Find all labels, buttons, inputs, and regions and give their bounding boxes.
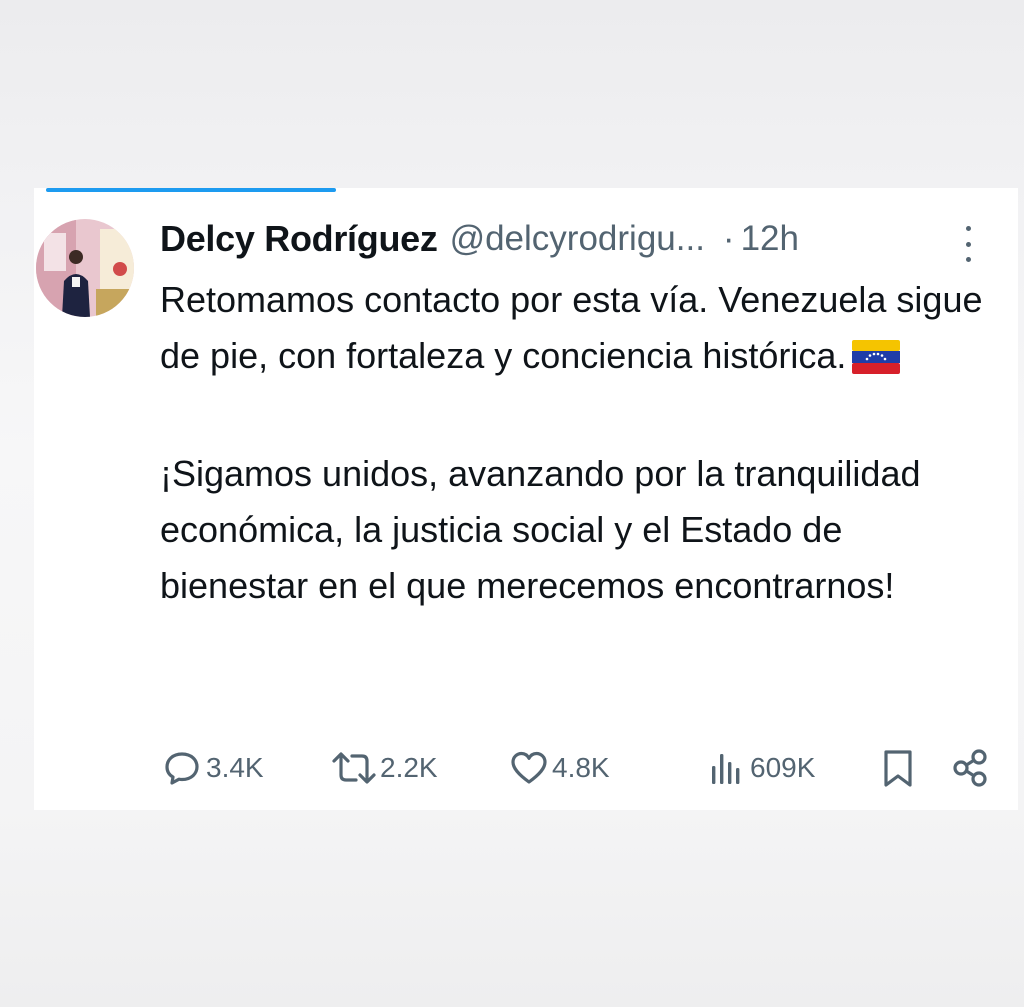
tweet-card[interactable]: Delcy Rodríguez @delcyrodrigu... · 12h R… bbox=[34, 188, 1018, 810]
share-icon bbox=[953, 749, 987, 787]
bookmark-icon bbox=[884, 750, 912, 787]
more-options-icon[interactable] bbox=[958, 226, 978, 262]
heart-icon bbox=[511, 751, 547, 784]
like-button[interactable]: 4.8K bbox=[508, 746, 610, 790]
reply-icon bbox=[165, 752, 199, 785]
repost-count: 2.2K bbox=[380, 752, 438, 783]
tweet-text: Retomamos contacto por esta vía. Venezue… bbox=[160, 272, 990, 614]
share-button[interactable] bbox=[950, 746, 994, 790]
tweet-paragraph-2: ¡Sigamos unidos, avanzando por la tranqu… bbox=[160, 453, 921, 606]
repost-icon bbox=[332, 752, 376, 784]
separator-dot: · bbox=[722, 219, 735, 258]
reply-count: 3.4K bbox=[206, 752, 264, 783]
venezuela-flag-icon bbox=[852, 334, 901, 390]
reply-button[interactable]: 3.4K bbox=[160, 746, 264, 790]
loading-progress-bar bbox=[46, 188, 336, 192]
views-count: 609K bbox=[750, 752, 816, 783]
avatar[interactable] bbox=[36, 219, 134, 317]
tweet-paragraph-1: Retomamos contacto por esta vía. Venezue… bbox=[160, 272, 990, 390]
timestamp[interactable]: 12h bbox=[741, 219, 799, 259]
views-button[interactable]: 609K bbox=[708, 746, 815, 790]
repost-button[interactable]: 2.2K bbox=[330, 746, 438, 790]
author-name[interactable]: Delcy Rodríguez bbox=[160, 218, 438, 260]
views-chart-icon bbox=[712, 754, 740, 784]
bookmark-button[interactable] bbox=[878, 746, 918, 790]
tweet-header: Delcy Rodríguez @delcyrodrigu... · 12h bbox=[160, 214, 980, 264]
like-count: 4.8K bbox=[552, 752, 610, 783]
tweet-actions: 3.4K 2.2K 4.8K 609K bbox=[160, 746, 987, 790]
author-handle[interactable]: @delcyrodrigu... bbox=[450, 219, 705, 259]
